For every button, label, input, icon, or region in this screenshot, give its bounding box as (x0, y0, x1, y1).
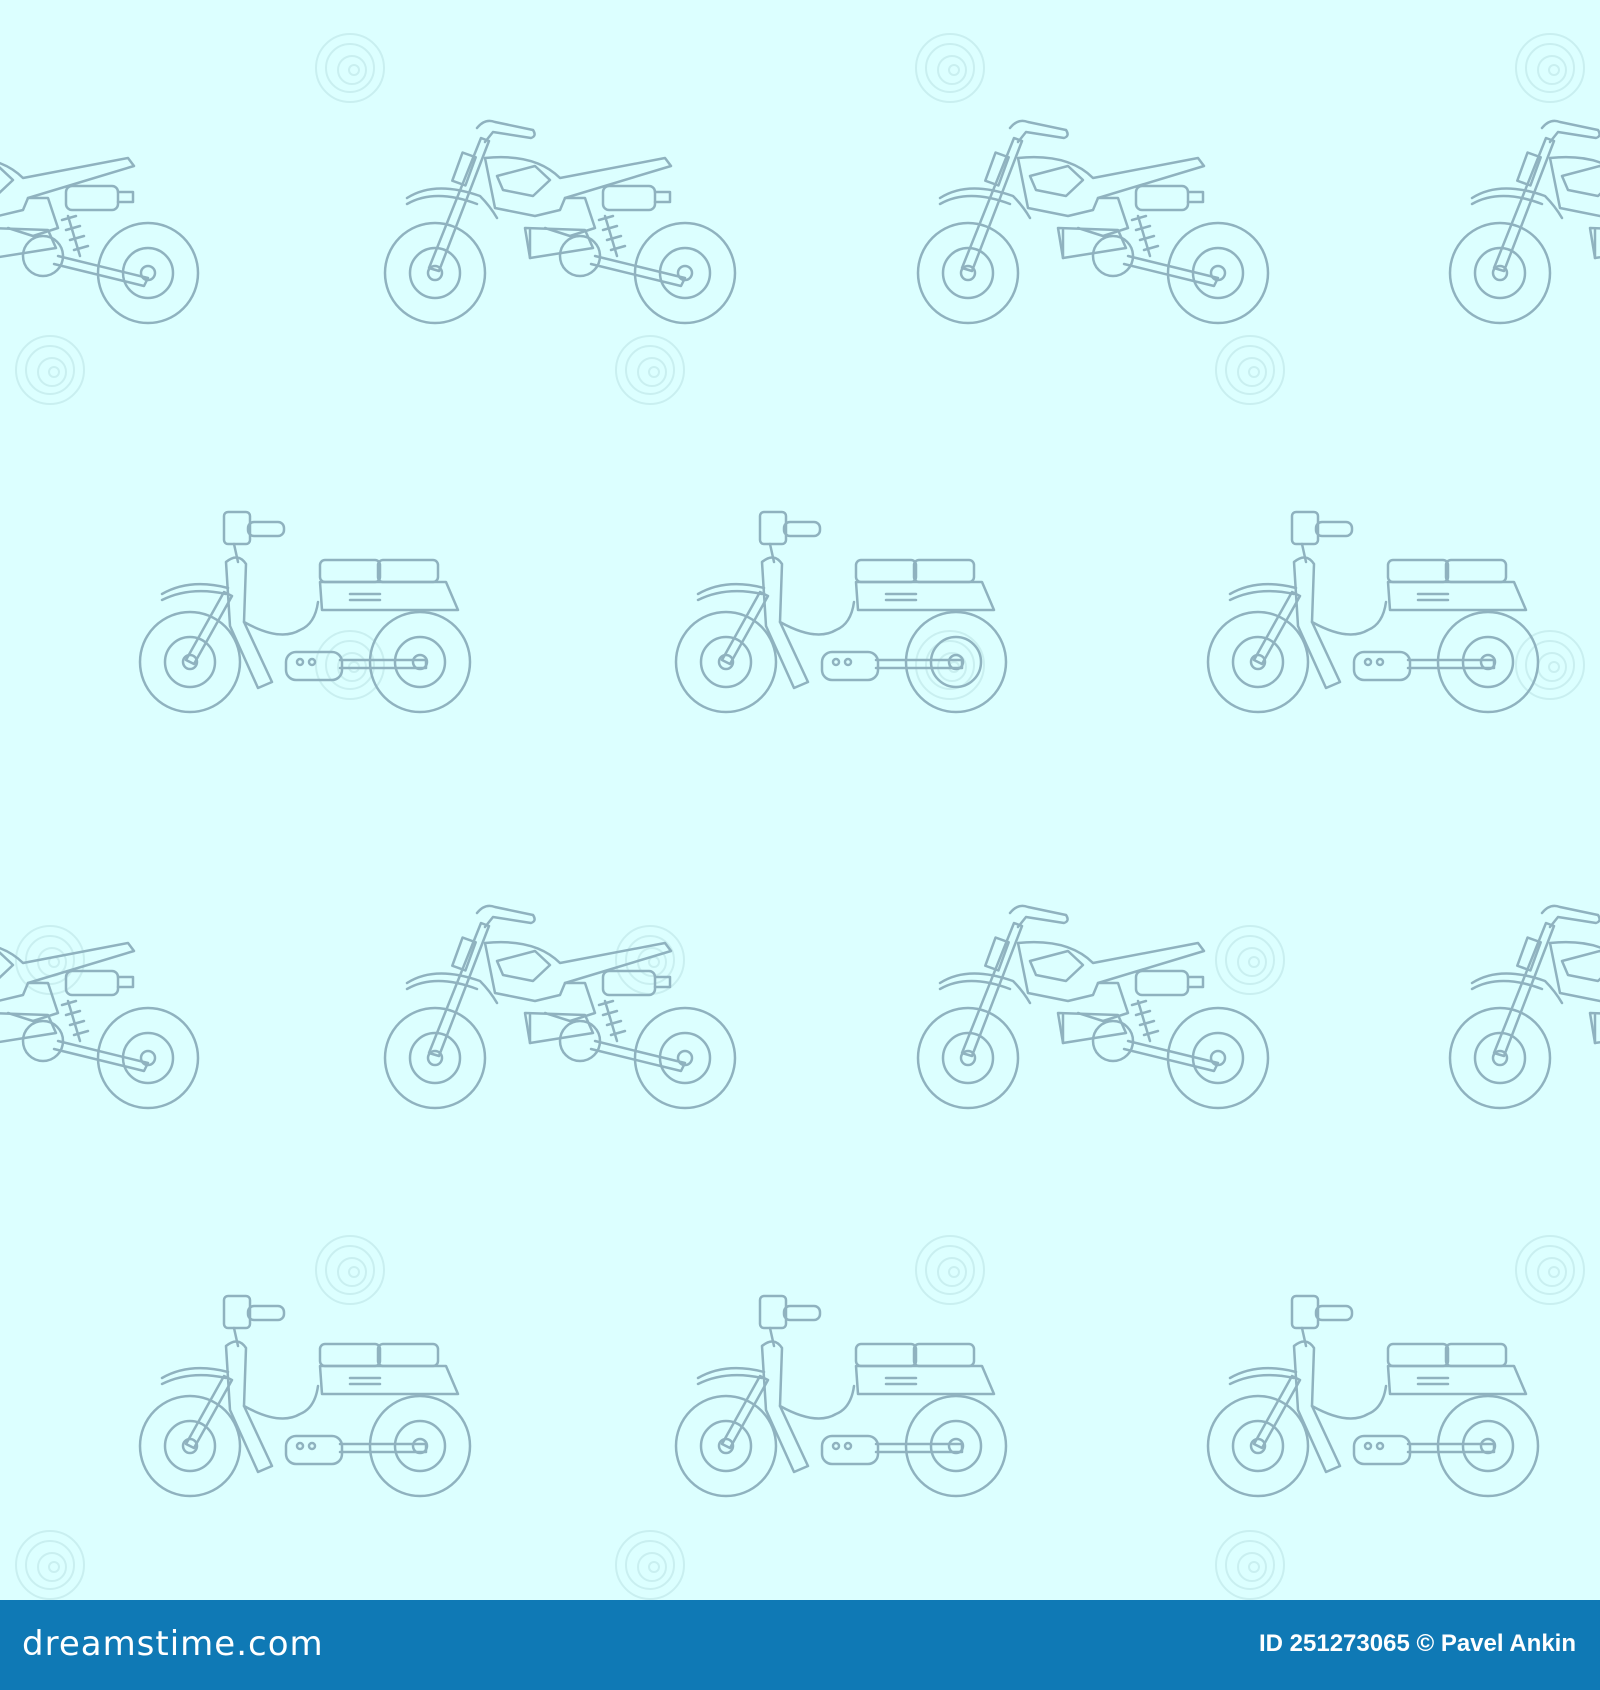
dirt-bike-row-2 (0, 904, 1600, 1110)
watermark-layer (15, 33, 1585, 1600)
image-id: ID 251273065 (1259, 1630, 1410, 1657)
dreamstime-logo[interactable]: dreamstime.com (22, 1624, 324, 1664)
moped-icon (1206, 1294, 1540, 1498)
dirt-bike-icon (383, 119, 737, 325)
copyright-icon: © (1416, 1630, 1435, 1657)
moped-icon (1206, 510, 1540, 714)
motorcycle-pattern (0, 0, 1600, 1600)
dirt-bike-icon (0, 904, 200, 1110)
moped-icon (674, 510, 1008, 714)
dirt-bike-icon (1448, 119, 1600, 325)
footer-bar: dreamstime.com ID 251273065 © Pavel Anki… (0, 1600, 1600, 1690)
dirt-bike-icon (916, 904, 1270, 1110)
author-name[interactable]: Pavel Ankin (1441, 1630, 1576, 1657)
moped-icon (138, 1294, 472, 1498)
moped-row-1 (138, 510, 1540, 714)
dirt-bike-icon (1448, 904, 1600, 1110)
dirt-bike-row-1 (0, 119, 1600, 325)
pattern-canvas (0, 33, 1600, 1600)
moped-icon (138, 510, 472, 714)
image-credit: ID 251273065 © Pavel Ankin (1259, 1630, 1576, 1658)
dirt-bike-icon (383, 904, 737, 1110)
dirt-bike-icon (0, 119, 200, 325)
moped-row-2 (138, 1294, 1540, 1498)
moped-icon (674, 1294, 1008, 1498)
dirt-bike-icon (916, 119, 1270, 325)
